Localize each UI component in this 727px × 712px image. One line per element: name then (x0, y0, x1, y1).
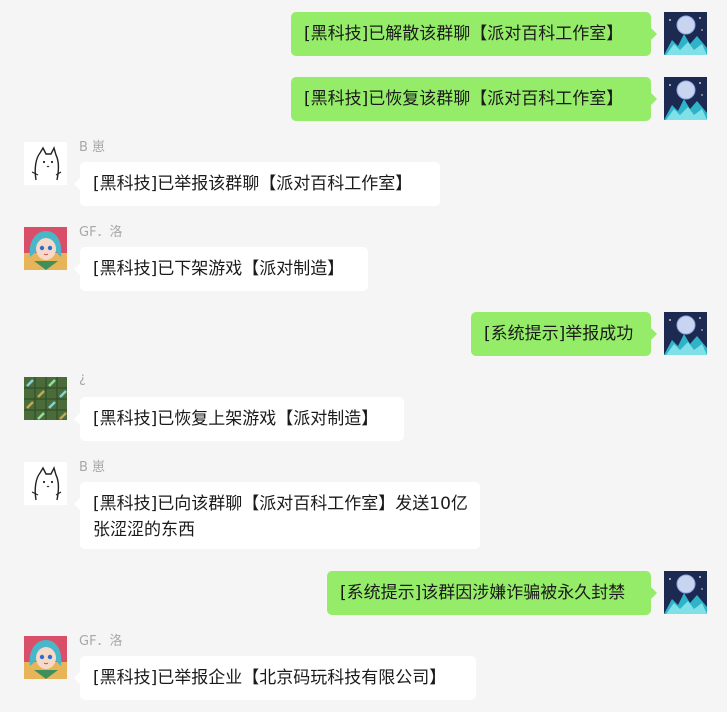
night-sky-avatar[interactable] (664, 571, 707, 614)
message-bubble-incoming[interactable]: [黑科技]已下架游戏【派对制造】 (74, 247, 368, 291)
message-bubble-incoming[interactable]: [黑科技]已举报企业【北京码玩科技有限公司】 (74, 656, 476, 700)
sender-name: B 崽 (79, 140, 106, 155)
cartoon-cat-avatar[interactable] (24, 462, 67, 505)
message-bubble-incoming[interactable]: [黑科技]已恢复上架游戏【派对制造】 (74, 397, 404, 441)
message-bubble-incoming[interactable]: [黑科技]已向该群聊【派对百科工作室】发送10亿张涩涩的东西 (74, 482, 480, 549)
message-bubble-outgoing[interactable]: [黑科技]已解散该群聊【派对百科工作室】 (291, 12, 657, 56)
night-sky-avatar[interactable] (664, 12, 707, 55)
pixel-grid-avatar[interactable] (24, 377, 67, 420)
sender-name: B 崽 (79, 460, 106, 475)
anime-girl-avatar[interactable] (24, 227, 67, 270)
sender-name: ¿ (79, 371, 86, 386)
sender-name: GF．洛 (79, 634, 123, 649)
sender-name: GF．洛 (79, 225, 123, 240)
message-bubble-outgoing[interactable]: [黑科技]已恢复该群聊【派对百科工作室】 (291, 77, 657, 121)
anime-girl-avatar[interactable] (24, 636, 67, 679)
message-bubble-incoming[interactable]: [黑科技]已举报该群聊【派对百科工作室】 (74, 162, 440, 206)
message-bubble-outgoing[interactable]: [系统提示]举报成功 (471, 312, 657, 356)
night-sky-avatar[interactable] (664, 77, 707, 120)
chat-message-list[interactable]: [黑科技]已解散该群聊【派对百科工作室】 [黑科技]已恢复该群聊【派对百科工作室… (0, 0, 727, 712)
night-sky-avatar[interactable] (664, 312, 707, 355)
message-bubble-outgoing[interactable]: [系统提示]该群因涉嫌诈骗被永久封禁 (327, 571, 657, 615)
cartoon-cat-avatar[interactable] (24, 142, 67, 185)
